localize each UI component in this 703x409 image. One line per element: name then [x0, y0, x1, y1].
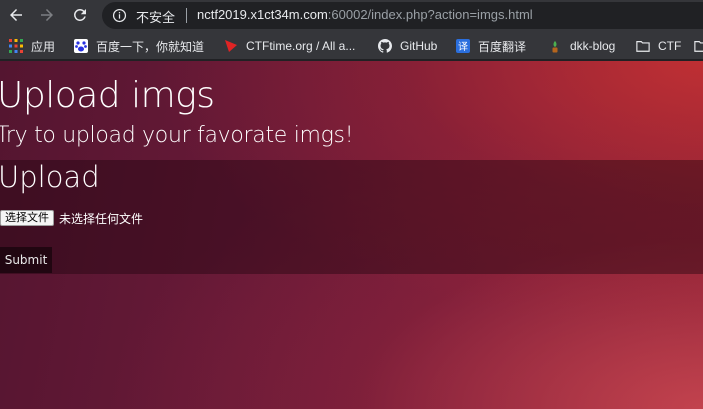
bookmark-baidu-translate[interactable]: 译 百度翻译	[456, 38, 526, 54]
svg-text:译: 译	[458, 41, 468, 53]
plant-icon	[552, 41, 558, 53]
baidu-paw-icon	[74, 39, 88, 53]
security-status-label[interactable]: 不安全	[136, 7, 175, 26]
address-separator	[186, 8, 187, 23]
reload-button[interactable]	[69, 4, 91, 26]
ctftime-flag-icon	[225, 40, 237, 52]
bookmark-dkk-blog[interactable]: dkk-blog	[548, 38, 615, 54]
bookmarks-bar: 应用 百度一下，你就知道 CTFtime.org / All a... GitH…	[0, 32, 703, 60]
folder-icon	[636, 41, 650, 52]
submit-button[interactable]: Submit	[0, 247, 52, 273]
folder-icon	[694, 41, 703, 52]
bookmark-label: CTFtime.org / All a...	[246, 39, 356, 53]
no-file-chosen-label: 未选择任何文件	[59, 212, 144, 226]
bookmark-label: 百度翻译	[478, 39, 527, 54]
bookmark-label: 百度一下，你就知道	[96, 39, 205, 54]
back-button[interactable]	[5, 4, 27, 26]
bookmark-apps[interactable]: 应用	[9, 38, 55, 54]
bookmark-folder-ctf[interactable]: CTF	[636, 38, 681, 54]
bookmark-label: GitHub	[400, 39, 438, 53]
choose-file-button[interactable]: 选择文件	[0, 210, 54, 226]
info-icon[interactable]	[112, 8, 127, 23]
page-content: Upload imgs Try to upload your favorate …	[0, 61, 703, 409]
forward-button[interactable]	[36, 4, 58, 26]
arrow-right-icon	[41, 9, 53, 21]
url-host: nctf2019.x1ct34m.com	[197, 7, 328, 22]
url-text[interactable]: nctf2019.x1ct34m.com:60002/index.php?act…	[197, 7, 533, 22]
bookmark-label: CTF	[658, 39, 682, 53]
address-bar[interactable]: 不安全 nctf2019.x1ct34m.com:60002/index.php…	[102, 2, 703, 29]
bookmark-label: 应用	[31, 39, 56, 54]
browser-toolbar: 不安全 nctf2019.x1ct34m.com:60002/index.php…	[0, 0, 703, 32]
upload-heading: Upload	[0, 160, 100, 194]
page-title: Upload imgs	[0, 75, 215, 116]
apps-grid-icon	[9, 39, 23, 53]
arrow-left-icon	[10, 9, 22, 21]
reload-icon	[73, 8, 86, 21]
url-path: :60002/index.php?action=imgs.html	[327, 7, 533, 22]
github-icon	[378, 39, 392, 53]
baidu-translate-icon: 译	[456, 39, 470, 53]
page-subtitle: Try to upload your favorate imgs!	[0, 123, 354, 148]
upload-form: Upload 选择文件 未选择任何文件 Submit	[0, 160, 703, 274]
bookmark-github[interactable]: GitHub	[378, 38, 437, 54]
bookmark-label: dkk-blog	[570, 39, 616, 53]
bookmark-overflow[interactable]	[694, 38, 703, 54]
bookmark-baidu[interactable]: 百度一下，你就知道	[74, 38, 204, 54]
bookmark-ctftime[interactable]: CTFtime.org / All a...	[224, 38, 355, 54]
